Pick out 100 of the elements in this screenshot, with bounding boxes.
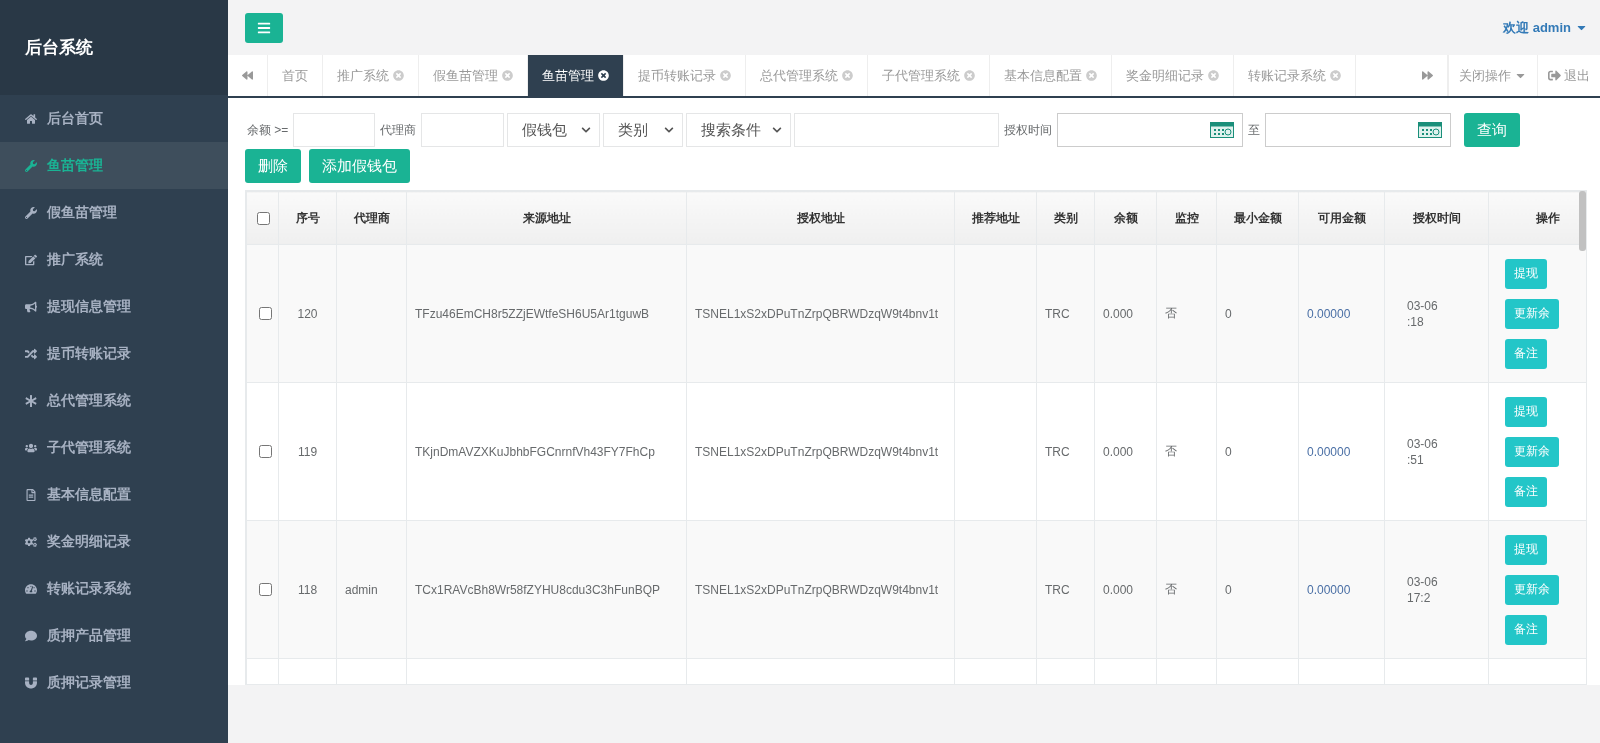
table-cell: 0.00000 (1307, 582, 1351, 597)
page-tab[interactable]: 鱼苗管理 (528, 55, 624, 96)
balance-field[interactable] (293, 113, 376, 147)
row-action-button[interactable]: 提现 (1505, 258, 1547, 289)
sidebar-item[interactable]: 质押产品管理 (0, 612, 228, 659)
row-action-button[interactable]: 更新余 (1505, 436, 1559, 467)
user-menu[interactable]: 欢迎 admin (1502, 18, 1588, 37)
sidebar-item[interactable]: 奖金明细记录 (0, 518, 228, 565)
filter-select[interactable]: 搜索条件 (686, 113, 792, 147)
filter-label: 至 (1247, 121, 1262, 139)
date-text: 03-06 (1407, 574, 1439, 589)
table-cell: TFzu46EmCH8r5ZZjEWtfeSH6U5Ar1tguwB (415, 306, 650, 321)
action-button[interactable]: 添加假钱包 (309, 149, 410, 183)
date-text: 03-06 (1407, 436, 1439, 451)
shuffle-icon (25, 347, 37, 360)
table-cell: TCx1RAVcBh8Wr58fZYHU8cdu3C3hFunBQP (415, 582, 660, 597)
table-cell: TRC (1045, 306, 1070, 321)
row-action-button[interactable]: 备注 (1505, 614, 1547, 645)
table-cell: 0.000 (1103, 306, 1134, 321)
column-header: 授权时间 (1384, 191, 1489, 245)
sidebar-item[interactable]: 提现信息管理 (0, 283, 228, 330)
table-cell: 0.000 (1103, 582, 1134, 597)
row-action-button[interactable]: 备注 (1505, 476, 1547, 507)
backward-icon (242, 70, 253, 81)
column-header: 类别 (1036, 191, 1095, 245)
sidebar-item[interactable]: 假鱼苗管理 (0, 189, 228, 236)
forward-icon (1422, 70, 1433, 81)
column-header: 监控 (1156, 191, 1217, 245)
select-all-checkbox[interactable] (256, 211, 270, 225)
chevron-down-icon (664, 125, 675, 135)
calendar-icon[interactable] (1418, 122, 1443, 138)
sidebar-item[interactable]: 基本信息配置 (0, 471, 228, 518)
table-cell: 118 (297, 582, 318, 597)
sidebar-item[interactable]: 推广系统 (0, 236, 228, 283)
document-icon (25, 488, 37, 501)
column-header: 最小金额 (1216, 191, 1299, 245)
scrollbar[interactable] (1579, 191, 1586, 251)
time-text: :51 (1407, 452, 1425, 467)
table-cell: TRC (1045, 444, 1070, 459)
edit-icon (25, 253, 37, 266)
sidebar-item[interactable]: 转账记录系统 (0, 565, 228, 612)
home-icon (25, 112, 37, 125)
row-action-button[interactable]: 备注 (1505, 338, 1547, 369)
table-cell: TSNEL1xS2xDPuTnZrpQBRWDzqW9t4bnv1t (695, 306, 939, 321)
row-action-button[interactable]: 更新余 (1505, 574, 1559, 605)
row-action-button[interactable]: 提现 (1505, 396, 1547, 427)
sidebar-item[interactable]: 后台首页 (0, 95, 228, 142)
search-field[interactable] (794, 113, 1000, 147)
close-icon[interactable] (598, 70, 609, 81)
row-checkbox[interactable] (259, 307, 272, 320)
column-header: 余额 (1094, 191, 1157, 245)
users-icon (25, 441, 37, 454)
speech-bubble-icon (25, 629, 37, 642)
action-button[interactable]: 删除 (245, 149, 301, 183)
menu-icon (257, 20, 271, 35)
sidebar-item[interactable]: 总代管理系统 (0, 377, 228, 424)
sidebar-item[interactable]: 鱼苗管理 (0, 142, 228, 189)
app-title: 后台系统 (0, 0, 228, 95)
row-checkbox[interactable] (259, 445, 272, 458)
chevron-down-icon (772, 125, 783, 135)
table-cell: 否 (1165, 444, 1177, 458)
calendar-icon[interactable] (1210, 122, 1235, 138)
table-cell: TRC (1045, 582, 1070, 597)
filter-select[interactable]: 假钱包 (507, 113, 601, 147)
time-text: 17:2 (1407, 590, 1432, 605)
table-cell: admin (345, 582, 378, 597)
sidebar-item[interactable]: 子代管理系统 (0, 424, 228, 471)
logout-icon (1548, 69, 1561, 82)
agent-field[interactable] (421, 113, 505, 147)
sidebar-item[interactable]: 质押记录管理 (0, 659, 228, 706)
column-header: 来源地址 (406, 191, 687, 245)
wrench-icon (25, 159, 37, 172)
gears-icon (25, 535, 37, 548)
date-field[interactable] (1057, 113, 1244, 147)
menu-button[interactable] (245, 12, 283, 43)
asterisk-icon (25, 394, 37, 407)
column-header: 推荐地址 (954, 191, 1037, 245)
column-header: 授权地址 (686, 191, 955, 245)
chevron-down-icon (581, 125, 592, 135)
filter-select[interactable]: 类别 (603, 113, 684, 147)
row-checkbox[interactable] (259, 583, 272, 596)
table-cell: TSNEL1xS2xDPuTnZrpQBRWDzqW9t4bnv1t (695, 444, 939, 459)
filter-label: 代理商 (379, 121, 418, 139)
date-field[interactable] (1265, 113, 1452, 147)
row-action-button[interactable]: 提现 (1505, 534, 1547, 565)
sidebar-item[interactable]: 提币转账记录 (0, 330, 228, 377)
column-header: 序号 (278, 191, 337, 245)
query-button[interactable]: 查询 (1464, 113, 1521, 147)
table-cell: 0 (1225, 444, 1232, 459)
filter-label: 授权时间 (1003, 121, 1054, 139)
table-cell: 0.00000 (1307, 444, 1351, 459)
table-cell: TKjnDmAVZXKuJbhbFGCnrnfVh43FY7FhCp (415, 444, 655, 459)
megaphone-icon (25, 300, 37, 313)
table-cell: 120 (297, 306, 318, 321)
row-action-button[interactable]: 更新余 (1505, 298, 1559, 329)
filter-label: 余额 >= (246, 121, 290, 139)
column-header: 代理商 (336, 191, 407, 245)
wrench-icon (25, 206, 37, 219)
table-cell: 119 (297, 444, 318, 459)
date-text: 03-06 (1407, 298, 1439, 313)
